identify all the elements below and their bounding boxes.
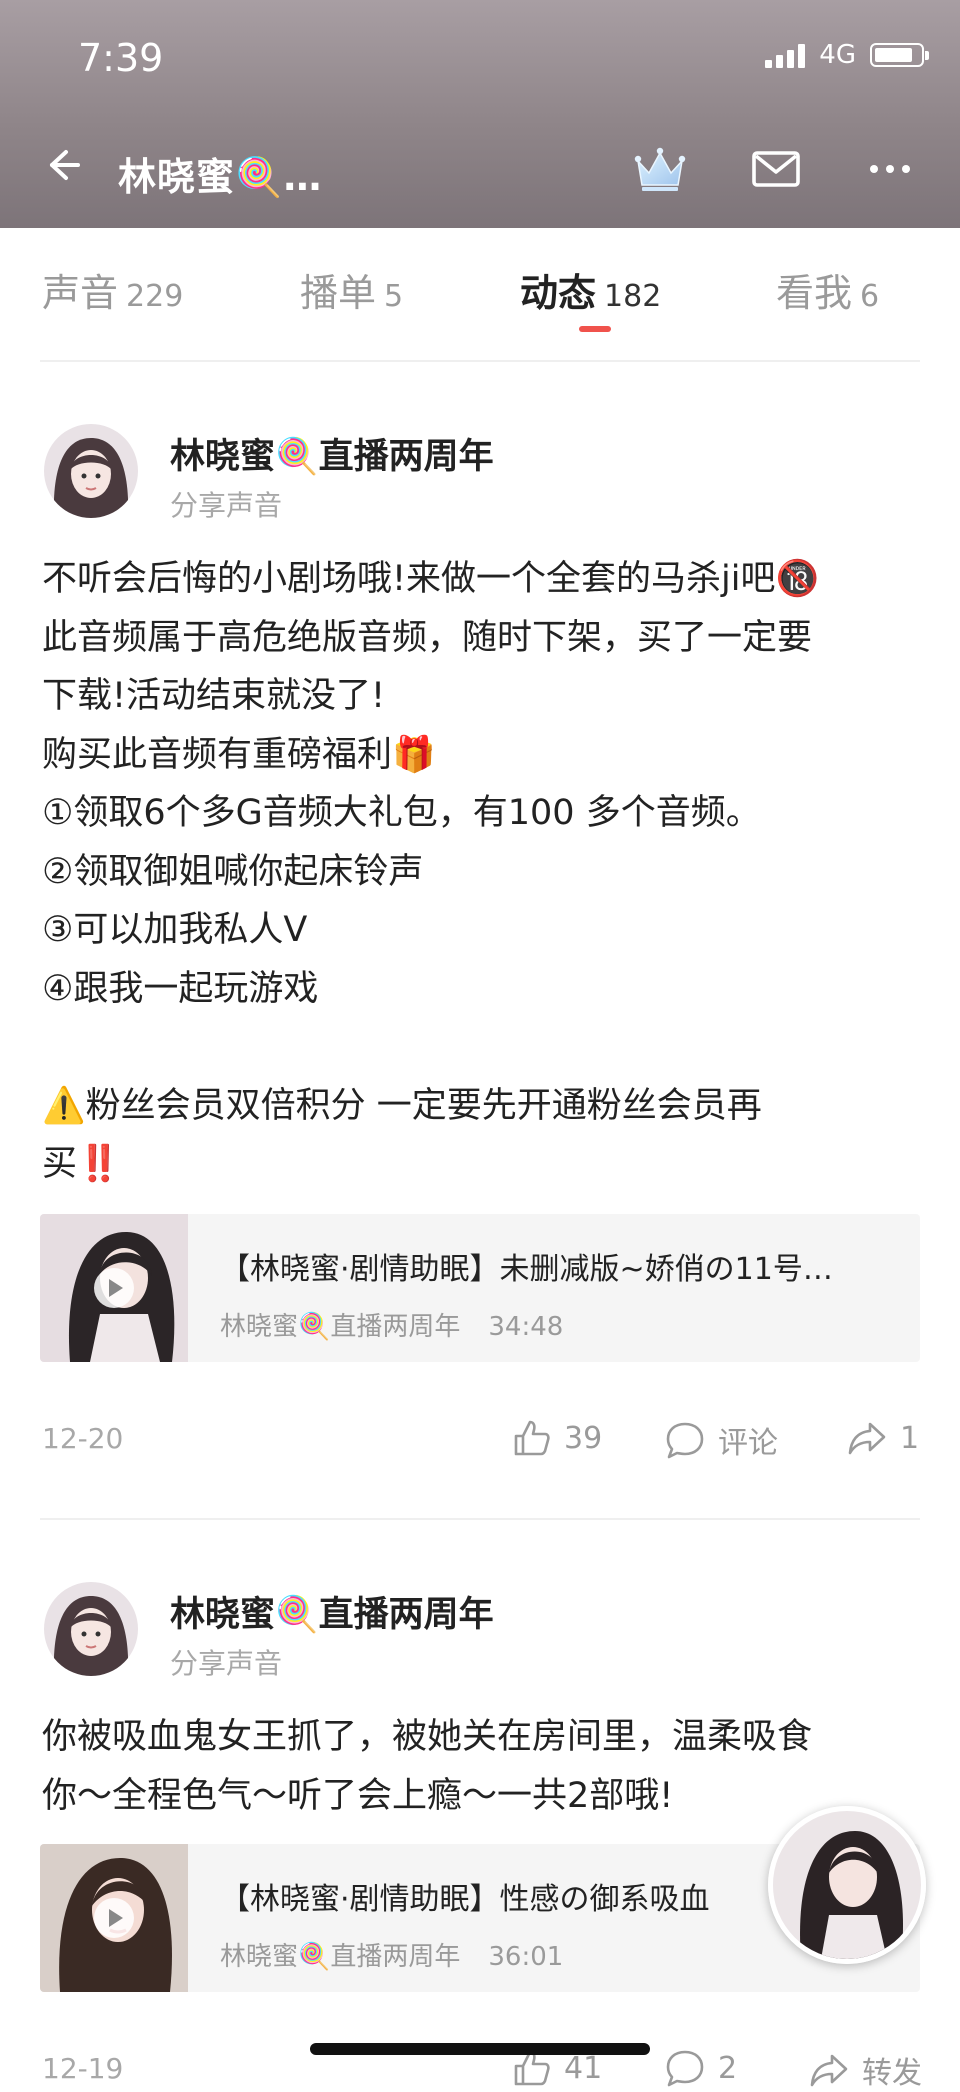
comment-count: 2: [718, 2050, 738, 2086]
crown-icon[interactable]: [632, 143, 688, 195]
post-date: 12-19: [42, 2052, 124, 2085]
like-count: 39: [564, 1420, 603, 1456]
avatar[interactable]: [44, 424, 138, 518]
play-icon[interactable]: [94, 1898, 134, 1938]
home-indicator[interactable]: [310, 2043, 650, 2055]
battery-icon: [870, 43, 929, 67]
audio-meta: 林晓蜜🍭直播两周年 36:01: [220, 1942, 564, 1972]
post-text: 你被吸血鬼女王抓了，被她关在房间里，温柔吸食 你～全程色气～听了会上瘾～一共2部…: [42, 1717, 813, 1816]
tab-visitors[interactable]: 看我 6: [776, 262, 879, 317]
post-action: 分享声音: [170, 489, 283, 522]
comment-button[interactable]: 评论: [664, 1418, 778, 1462]
page-title: 林晓蜜🍭…: [118, 155, 323, 199]
signal-icon: [765, 42, 806, 68]
share-button[interactable]: 1: [846, 1418, 919, 1458]
tab-moments[interactable]: 动态 182: [520, 262, 661, 317]
audio-duration: 36:01: [488, 1942, 564, 1972]
tab-bar: 声音 229 播单 5 动态 182 看我 6: [0, 228, 960, 346]
share-icon: [810, 2054, 848, 2087]
thumbs-up-icon: [514, 1420, 550, 1456]
share-icon: [848, 1422, 886, 1455]
status-indicators: 4G: [765, 40, 929, 70]
comment-icon: [666, 2050, 704, 2087]
divider: [40, 360, 920, 362]
status-time: 7:39: [78, 36, 164, 80]
audio-thumbnail: [40, 1214, 188, 1362]
active-tab-indicator: [579, 326, 611, 332]
like-button[interactable]: 39: [512, 1418, 602, 1458]
divider: [40, 1518, 920, 1520]
comment-icon: [666, 1422, 704, 1459]
audio-meta: 林晓蜜🍭直播两周年 34:48: [220, 1312, 564, 1342]
audio-card[interactable]: 【林晓蜜·剧情助眠】未删减版~娇俏の11号… 林晓蜜🍭直播两周年 34:48: [40, 1214, 920, 1362]
audio-duration: 34:48: [488, 1312, 564, 1342]
tab-sounds[interactable]: 声音 229: [42, 262, 183, 317]
share-button[interactable]: 转发: [808, 2048, 922, 2092]
post-date: 12-20: [42, 1422, 124, 1455]
post-author[interactable]: 林晓蜜🍭直播两周年: [170, 1586, 494, 1637]
avatar[interactable]: [44, 1582, 138, 1676]
audio-thumbnail: [40, 1844, 188, 1992]
like-count: 41: [564, 2050, 603, 2086]
profile-header: 7:39 4G 林晓蜜🍭…: [0, 0, 960, 228]
post-action: 分享声音: [170, 1647, 283, 1680]
share-label: 转发: [862, 2056, 922, 2091]
share-count: 1: [900, 1420, 920, 1456]
comment-button[interactable]: 2: [664, 2048, 737, 2088]
back-arrow-icon[interactable]: [36, 140, 86, 190]
post-author[interactable]: 林晓蜜🍭直播两周年: [170, 428, 494, 479]
mail-icon[interactable]: [748, 143, 804, 195]
audio-title: 【林晓蜜·剧情助眠】未删减版~娇俏の11号…: [220, 1252, 833, 1287]
floating-player-avatar[interactable]: [768, 1806, 926, 1964]
more-icon[interactable]: [862, 143, 918, 195]
post-text: 不听会后悔的小剧场哦!来做一个全套的马杀ji吧🔞 此音频属于高危绝版音频，随时下…: [42, 559, 820, 1184]
comment-label: 评论: [718, 1426, 778, 1461]
network-type: 4G: [819, 40, 856, 70]
play-icon[interactable]: [94, 1268, 134, 1308]
tab-playlists[interactable]: 播单 5: [300, 262, 403, 317]
